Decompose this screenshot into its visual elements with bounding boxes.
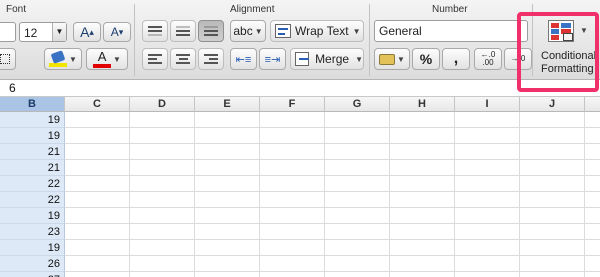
number-format-field[interactable]: General — [374, 20, 528, 42]
alignment-group-title: Alignment — [230, 4, 275, 15]
grow-arrow-icon: ▴ — [89, 26, 94, 37]
font-color-icon: A — [93, 50, 112, 68]
borders-icon — [0, 54, 10, 64]
cell-b[interactable]: 26 — [0, 256, 65, 272]
column-header-d[interactable]: D — [130, 97, 195, 112]
column-header-c[interactable]: C — [65, 97, 130, 112]
increase-decimal-icon: ←.0.00 — [480, 50, 496, 67]
font-color-button[interactable]: A ▼ — [86, 48, 128, 70]
font-color-dropdown-icon[interactable]: ▼ — [113, 55, 121, 64]
font-group-title: Font — [6, 4, 27, 15]
grid-line — [65, 175, 600, 176]
decrease-indent-button[interactable]: ⇤≡ — [230, 48, 257, 70]
conditional-formatting-highlight — [517, 12, 599, 92]
shrink-arrow-icon: ▾ — [118, 26, 124, 37]
grid-line — [65, 191, 600, 192]
formula-bar[interactable]: 6 — [0, 80, 600, 97]
comma-style-button[interactable]: , — [442, 48, 470, 70]
cell-b[interactable]: 19 — [0, 112, 65, 128]
orientation-button[interactable]: abc ▼ — [230, 20, 266, 42]
align-center-icon — [176, 54, 190, 64]
align-center-button[interactable] — [170, 48, 196, 70]
align-middle-icon — [176, 26, 190, 36]
cell-b[interactable]: 23 — [0, 224, 65, 240]
grid-line — [389, 112, 390, 277]
wrap-text-icon — [275, 24, 291, 38]
align-right-icon — [204, 54, 218, 64]
column-header-b[interactable]: B — [0, 97, 65, 112]
grid-line — [454, 112, 455, 277]
grid-line — [65, 143, 600, 144]
number-group-title: Number — [432, 4, 468, 15]
column-header-k[interactable] — [585, 97, 600, 112]
money-icon — [379, 53, 396, 65]
align-middle-button[interactable] — [170, 20, 196, 42]
grid-line — [65, 223, 600, 224]
increase-indent-button[interactable]: ≡⇥ — [259, 48, 286, 70]
orientation-dropdown-icon[interactable]: ▼ — [255, 27, 263, 36]
wrap-text-button[interactable]: Wrap Text ▼ — [270, 20, 364, 42]
cell-b[interactable]: 22 — [0, 192, 65, 208]
grid-line — [519, 112, 520, 277]
spreadsheet-grid[interactable]: B C D E F G H I J 19 19 21 21 22 22 19 2… — [0, 97, 600, 277]
grid-line — [194, 112, 195, 277]
font-name-field[interactable] — [0, 22, 16, 42]
accounting-dropdown-icon[interactable]: ▼ — [397, 55, 405, 64]
align-top-button[interactable] — [142, 20, 168, 42]
column-header-e[interactable]: E — [195, 97, 260, 112]
cell-b[interactable]: 19 — [0, 128, 65, 144]
fill-color-dropdown-icon[interactable]: ▼ — [69, 55, 77, 64]
group-separator — [134, 4, 135, 76]
decrease-indent-icon: ⇤≡ — [235, 53, 252, 66]
cell-b[interactable]: 27 — [0, 272, 65, 277]
grid-line — [65, 207, 600, 208]
align-bottom-button[interactable] — [198, 20, 224, 42]
cell-b[interactable]: 21 — [0, 144, 65, 160]
grid-line — [65, 127, 600, 128]
wrap-text-dropdown-icon[interactable]: ▼ — [353, 27, 361, 36]
cell-b[interactable]: 19 — [0, 240, 65, 256]
shrink-font-button[interactable]: A ▾ — [103, 22, 131, 42]
align-bottom-icon — [204, 26, 218, 36]
paint-bucket-icon — [49, 49, 68, 67]
grid-line — [65, 239, 600, 240]
grid-line — [324, 112, 325, 277]
formula-bar-value: 6 — [9, 81, 16, 95]
column-header-f[interactable]: F — [260, 97, 325, 112]
fill-color-button[interactable]: ▼ — [44, 48, 82, 70]
align-left-icon — [148, 54, 162, 64]
merge-icon — [295, 52, 310, 66]
percent-style-button[interactable]: % — [412, 48, 440, 70]
grid-line — [129, 112, 130, 277]
column-header-j[interactable]: J — [520, 97, 585, 112]
column-header-i[interactable]: I — [455, 97, 520, 112]
cell-b[interactable]: 21 — [0, 160, 65, 176]
align-right-button[interactable] — [198, 48, 224, 70]
font-size-dropdown-icon[interactable]: ▼ — [52, 23, 66, 41]
cell-b[interactable]: 19 — [0, 208, 65, 224]
font-size-field[interactable]: 12 ▼ — [19, 22, 67, 42]
accounting-format-button[interactable]: ▼ — [374, 48, 410, 70]
grow-font-button[interactable]: A ▴ — [73, 22, 101, 42]
column-header-g[interactable]: G — [325, 97, 390, 112]
cell-b[interactable]: 22 — [0, 176, 65, 192]
grid-line — [584, 112, 585, 277]
grid-line — [65, 159, 600, 160]
borders-button[interactable] — [0, 48, 16, 70]
group-separator — [369, 4, 370, 76]
increase-decimal-button[interactable]: ←.0.00 — [474, 48, 502, 70]
column-header-h[interactable]: H — [390, 97, 455, 112]
grid-line — [65, 255, 600, 256]
align-left-button[interactable] — [142, 48, 168, 70]
grid-line — [65, 271, 600, 272]
ribbon: Font Alignment Number 12 ▼ A▴ A▾ ▼ A ▼ — [0, 0, 600, 80]
align-top-icon — [148, 26, 162, 36]
grid-line — [259, 112, 260, 277]
font-size-value: 12 — [24, 26, 38, 40]
merge-dropdown-icon[interactable]: ▼ — [355, 55, 363, 64]
increase-indent-icon: ≡⇥ — [264, 53, 281, 66]
merge-button[interactable]: Merge ▼ — [290, 48, 364, 70]
